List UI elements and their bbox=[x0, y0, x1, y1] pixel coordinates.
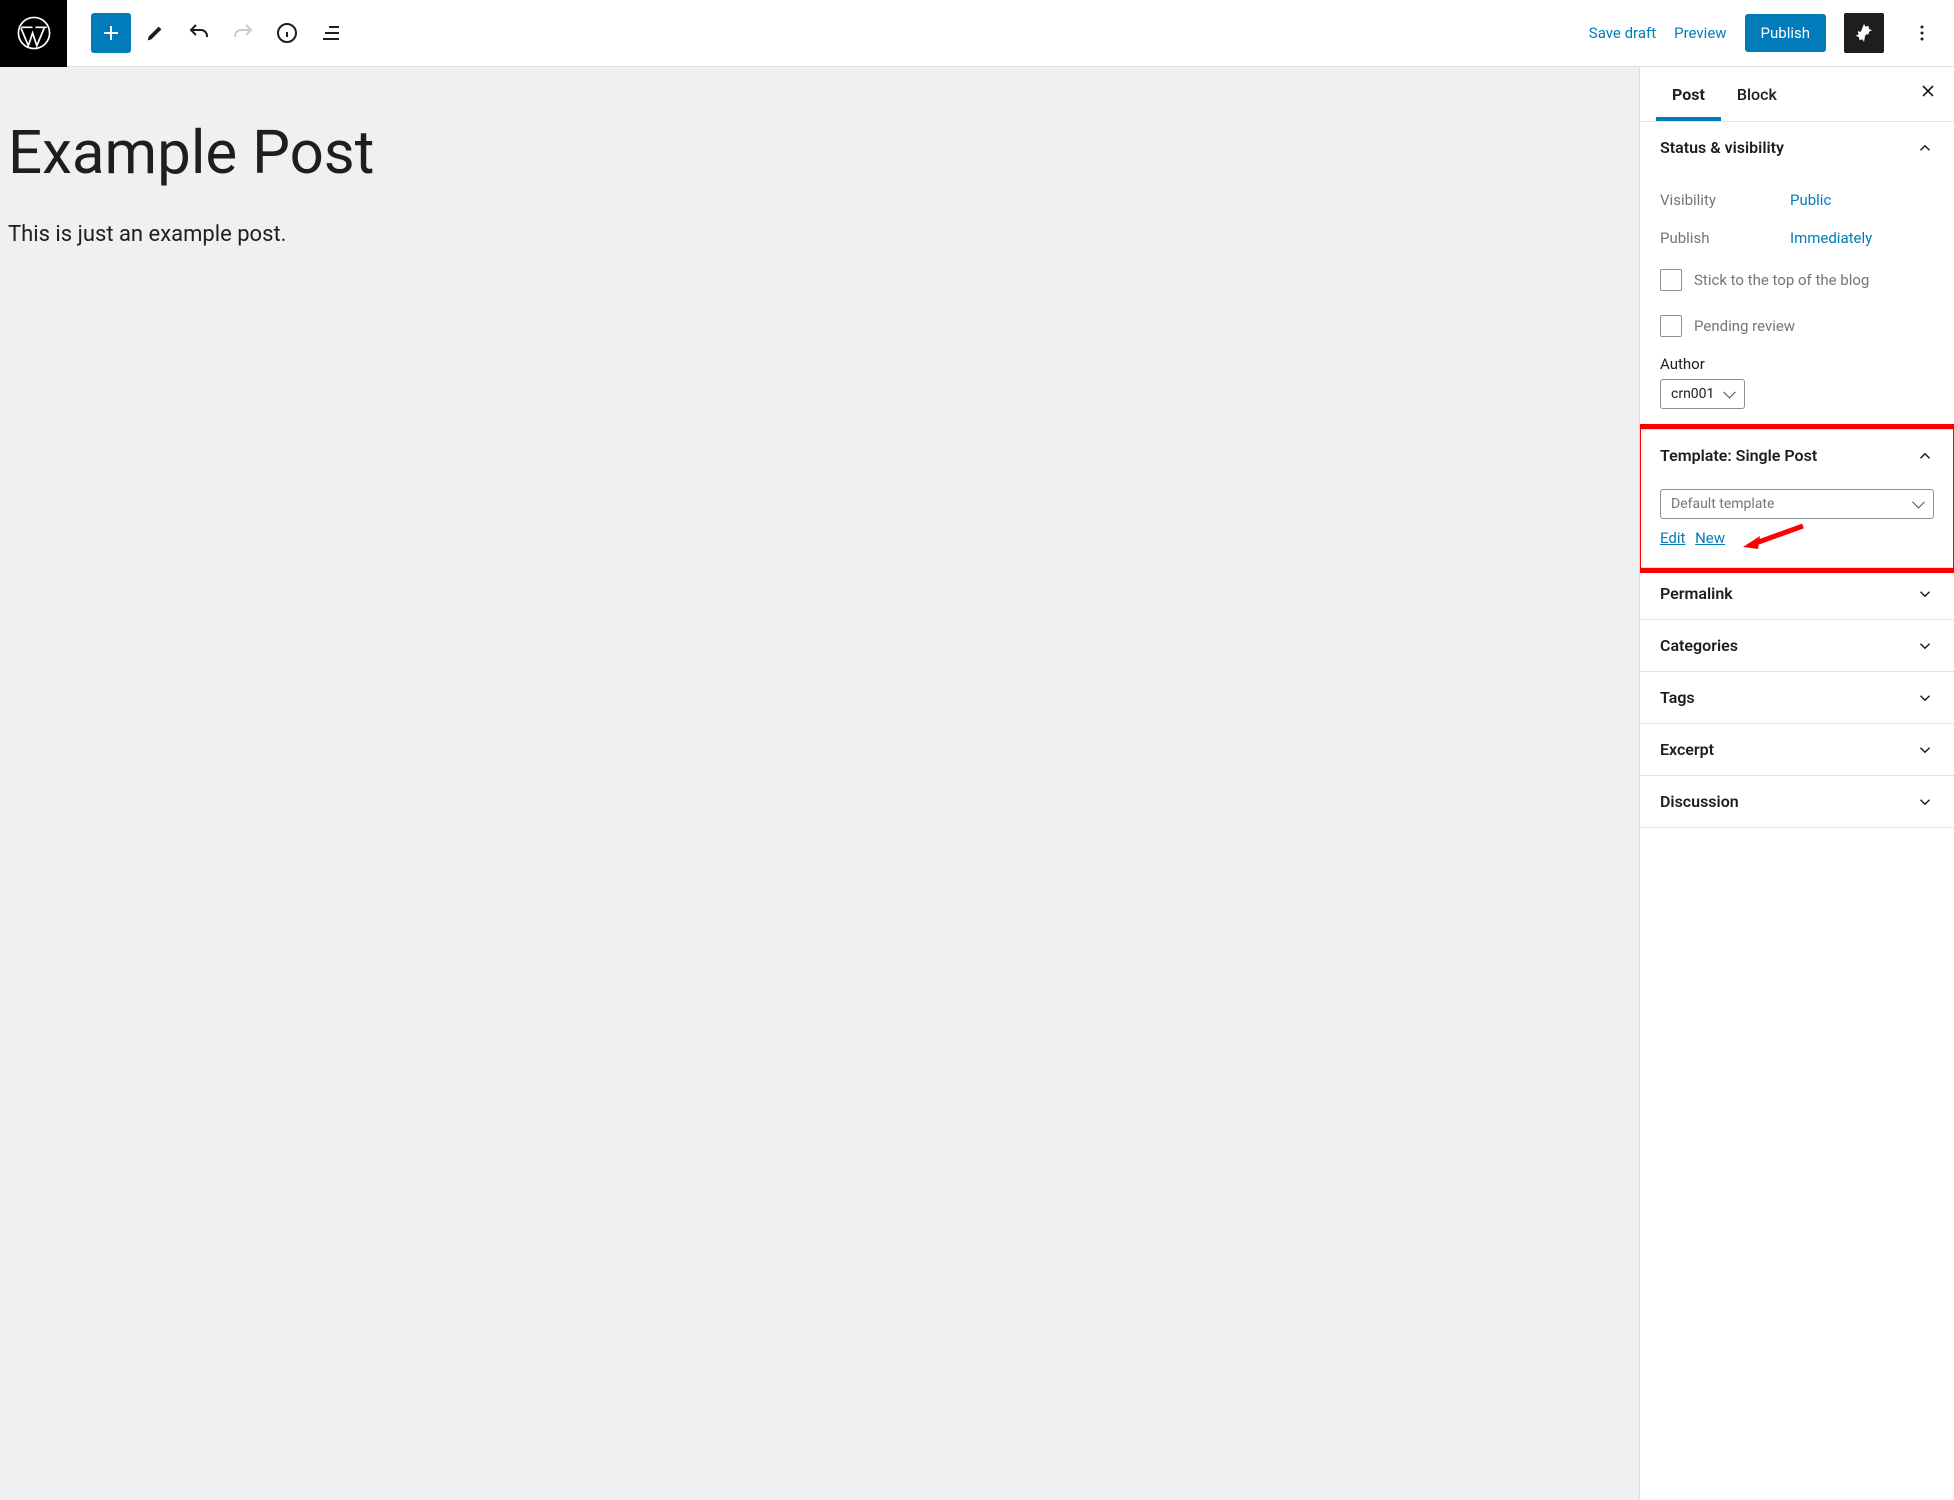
outline-button[interactable] bbox=[311, 13, 351, 53]
toolbar-left bbox=[67, 13, 351, 53]
sidebar-tabs: Post Block bbox=[1640, 67, 1954, 122]
panel-template-toggle[interactable]: Template: Single Post bbox=[1640, 430, 1954, 481]
panel-permalink-toggle[interactable]: Permalink bbox=[1640, 568, 1954, 619]
panel-categories-toggle[interactable]: Categories bbox=[1640, 620, 1954, 671]
preview-button[interactable]: Preview bbox=[1674, 24, 1726, 42]
wordpress-icon bbox=[17, 16, 51, 50]
panel-discussion-toggle[interactable]: Discussion bbox=[1640, 776, 1954, 827]
tab-post[interactable]: Post bbox=[1656, 69, 1721, 120]
panel-template: Template: Single Post Default template E… bbox=[1640, 430, 1954, 568]
post-title[interactable]: Example Post bbox=[8, 117, 1639, 188]
dots-vertical-icon bbox=[1910, 21, 1934, 45]
pencil-icon bbox=[144, 22, 166, 44]
pending-row: Pending review bbox=[1660, 303, 1934, 349]
panel-excerpt: Excerpt bbox=[1640, 724, 1954, 776]
wp-logo[interactable] bbox=[0, 0, 67, 67]
post-body[interactable]: This is just an example post. bbox=[8, 222, 1639, 247]
sticky-row: Stick to the top of the blog bbox=[1660, 257, 1934, 303]
panel-title: Status & visibility bbox=[1660, 138, 1784, 157]
chevron-down-icon bbox=[1916, 585, 1934, 603]
plus-icon bbox=[99, 21, 123, 45]
redo-button[interactable] bbox=[223, 13, 263, 53]
author-select[interactable]: crn001 bbox=[1660, 379, 1745, 409]
sidebar: Post Block Status & visibility Visibilit… bbox=[1639, 67, 1954, 1500]
chevron-down-icon bbox=[1916, 637, 1934, 655]
panel-status: Status & visibility Visibility Public Pu… bbox=[1640, 122, 1954, 430]
visibility-value[interactable]: Public bbox=[1790, 191, 1831, 209]
chevron-up-icon bbox=[1916, 447, 1934, 465]
panel-status-body: Visibility Public Publish Immediately St… bbox=[1640, 173, 1954, 429]
author-value: crn001 bbox=[1671, 386, 1714, 402]
panel-title: Categories bbox=[1660, 636, 1738, 655]
panel-title: Excerpt bbox=[1660, 740, 1714, 759]
pending-checkbox[interactable] bbox=[1660, 315, 1682, 337]
template-select[interactable]: Default template bbox=[1660, 489, 1934, 519]
panel-tags: Tags bbox=[1640, 672, 1954, 724]
publish-label: Publish bbox=[1660, 229, 1790, 247]
editor-canvas[interactable]: Example Post This is just an example pos… bbox=[0, 67, 1639, 1500]
main-layout: Example Post This is just an example pos… bbox=[0, 67, 1954, 1500]
undo-icon bbox=[187, 21, 211, 45]
panel-title: Discussion bbox=[1660, 792, 1739, 811]
info-icon bbox=[275, 21, 299, 45]
panel-status-toggle[interactable]: Status & visibility bbox=[1640, 122, 1954, 173]
panel-categories: Categories bbox=[1640, 620, 1954, 672]
close-icon bbox=[1918, 81, 1938, 101]
tab-block[interactable]: Block bbox=[1721, 69, 1793, 120]
publish-button[interactable]: Publish bbox=[1745, 14, 1826, 52]
panel-permalink: Permalink bbox=[1640, 568, 1954, 620]
publish-value[interactable]: Immediately bbox=[1790, 229, 1872, 247]
panel-template-body: Default template Edit New bbox=[1640, 481, 1954, 567]
visibility-label: Visibility bbox=[1660, 191, 1790, 209]
gear-icon bbox=[1853, 22, 1875, 44]
template-value: Default template bbox=[1671, 496, 1774, 512]
settings-button[interactable] bbox=[1844, 13, 1884, 53]
publish-row: Publish Immediately bbox=[1660, 219, 1934, 257]
panel-title: Template: Single Post bbox=[1660, 446, 1817, 465]
top-toolbar: Save draft Preview Publish bbox=[0, 0, 1954, 67]
edit-tool-button[interactable] bbox=[135, 13, 175, 53]
panel-tags-toggle[interactable]: Tags bbox=[1640, 672, 1954, 723]
save-draft-button[interactable]: Save draft bbox=[1589, 24, 1656, 42]
more-options-button[interactable] bbox=[1902, 13, 1942, 53]
close-sidebar-button[interactable] bbox=[1918, 81, 1938, 107]
template-edit-link[interactable]: Edit bbox=[1660, 529, 1685, 547]
sticky-checkbox[interactable] bbox=[1660, 269, 1682, 291]
template-new-link[interactable]: New bbox=[1695, 529, 1725, 547]
redo-icon bbox=[231, 21, 255, 45]
chevron-down-icon bbox=[1916, 793, 1934, 811]
info-button[interactable] bbox=[267, 13, 307, 53]
chevron-down-icon bbox=[1916, 689, 1934, 707]
panel-title: Tags bbox=[1660, 688, 1695, 707]
list-icon bbox=[319, 21, 343, 45]
panel-excerpt-toggle[interactable]: Excerpt bbox=[1640, 724, 1954, 775]
panel-title: Permalink bbox=[1660, 584, 1733, 603]
pending-label: Pending review bbox=[1694, 317, 1795, 335]
author-label: Author bbox=[1660, 355, 1934, 373]
undo-button[interactable] bbox=[179, 13, 219, 53]
chevron-up-icon bbox=[1916, 139, 1934, 157]
panel-discussion: Discussion bbox=[1640, 776, 1954, 828]
toolbar-right: Save draft Preview Publish bbox=[1589, 13, 1954, 53]
add-block-button[interactable] bbox=[91, 13, 131, 53]
sticky-label: Stick to the top of the blog bbox=[1694, 271, 1869, 289]
visibility-row: Visibility Public bbox=[1660, 181, 1934, 219]
chevron-down-icon bbox=[1916, 741, 1934, 759]
